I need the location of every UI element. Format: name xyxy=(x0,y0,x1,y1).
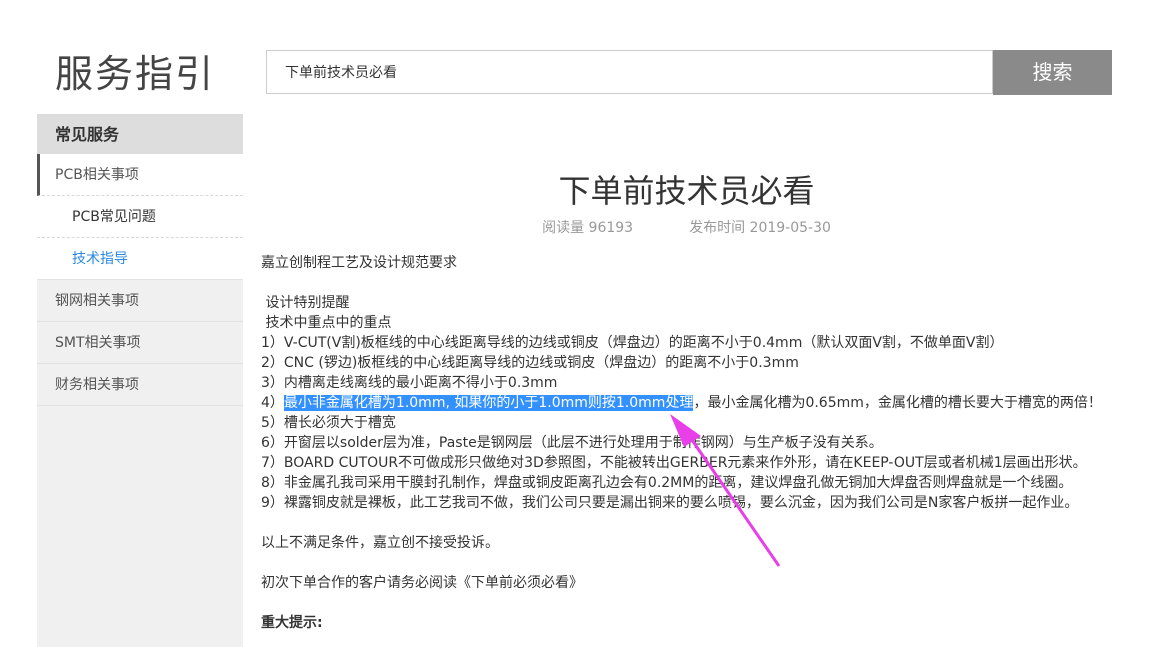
article-title: 下单前技术员必看 xyxy=(558,172,815,210)
key-points-title: 技术中重点中的重点 xyxy=(261,315,392,331)
page: 服务指引 搜索 常见服务 PCB相关事项 PCB常见问题 技术指导 钢网相关事项… xyxy=(0,0,1167,647)
sidebar-section-title: 常见服务 xyxy=(37,114,243,154)
sidebar-item-smt[interactable]: SMT相关事项 xyxy=(37,322,243,364)
rule-9: 9）裸露铜皮就是裸板，此工艺我司不做，我们公司只要是漏出铜来的要么喷锡，要么沉金… xyxy=(261,495,1079,511)
site-title: 服务指引 xyxy=(55,52,216,96)
sidebar-item-finance[interactable]: 财务相关事项 xyxy=(37,364,243,406)
article-meta: 阅读量 96193 发布时间 2019-05-30 xyxy=(261,217,1112,237)
rule-7: 7）BOARD CUTOUR不可做成形只做绝对3D参照图，不能被转出GERBER… xyxy=(261,455,1087,471)
rule-4-highlighted-text: 最小非金属化槽为1.0mm, 如果你的小于1.0mm则按1.0mm处理 xyxy=(283,395,694,411)
publish-time: 发布时间 2019-05-30 xyxy=(689,220,831,236)
search-input[interactable] xyxy=(267,51,992,93)
sidebar-item-stencil[interactable]: 钢网相关事项 xyxy=(37,280,243,322)
rule-4-rest: ，最小金属化槽为0.65mm，金属化槽的槽长要大于槽宽的两倍！ xyxy=(693,395,1102,411)
rule-8: 8）非金属孔我司采用干膜封孔制作，焊盘或铜皮距离孔边会有0.2MM的距离，建议焊… xyxy=(261,475,1073,491)
search-button[interactable]: 搜索 xyxy=(993,50,1112,95)
sidebar: 常见服务 PCB相关事项 PCB常见问题 技术指导 钢网相关事项 SMT相关事项… xyxy=(37,114,243,647)
rule-6: 6）开窗层以solder层为准，Paste是钢网层（此层不进行处理用于制作钢网）… xyxy=(261,435,883,451)
important-title: 重大提示: xyxy=(261,615,323,631)
sidebar-subitem-tech-guide[interactable]: 技术指导 xyxy=(37,238,243,280)
article-intro: 嘉立创制程工艺及设计规范要求 xyxy=(261,255,457,271)
rule-2: 2）CNC (锣边)板框线的中心线距离导线的边线或铜皮（焊盘边）的距离不小于0.… xyxy=(261,355,799,371)
reminder-title: 设计特别提醒 xyxy=(261,295,350,311)
read-count: 阅读量 96193 xyxy=(542,220,634,236)
first-order-note: 初次下单合作的客户请务必阅读《下单前必须必看》 xyxy=(261,575,583,591)
rule-4-prefix: 4） xyxy=(261,395,284,411)
rule-1: 1）V-CUT(V割)板框线的中心线距离导线的边线或铜皮（焊盘边）的距离不小于0… xyxy=(261,335,1004,351)
sidebar-subitem-pcb-faq[interactable]: PCB常见问题 xyxy=(37,196,243,238)
rule-5: 5）槽长必须大于槽宽 xyxy=(261,415,396,431)
rule-4: 4）最小非金属化槽为1.0mm, 如果你的小于1.0mm则按1.0mm处理，最小… xyxy=(261,393,1131,413)
sidebar-item-pcb[interactable]: PCB相关事项 xyxy=(37,154,243,196)
rule-3: 3）内槽离走线离线的最小距离不得小于0.3mm xyxy=(261,375,558,391)
not-accepted-note: 以上不满足条件，嘉立创不接受投诉。 xyxy=(261,535,499,551)
article-content: 嘉立创制程工艺及设计规范要求 设计特别提醒 技术中重点中的重点 1）V-CUT(… xyxy=(261,253,1131,633)
search-box xyxy=(266,50,993,94)
